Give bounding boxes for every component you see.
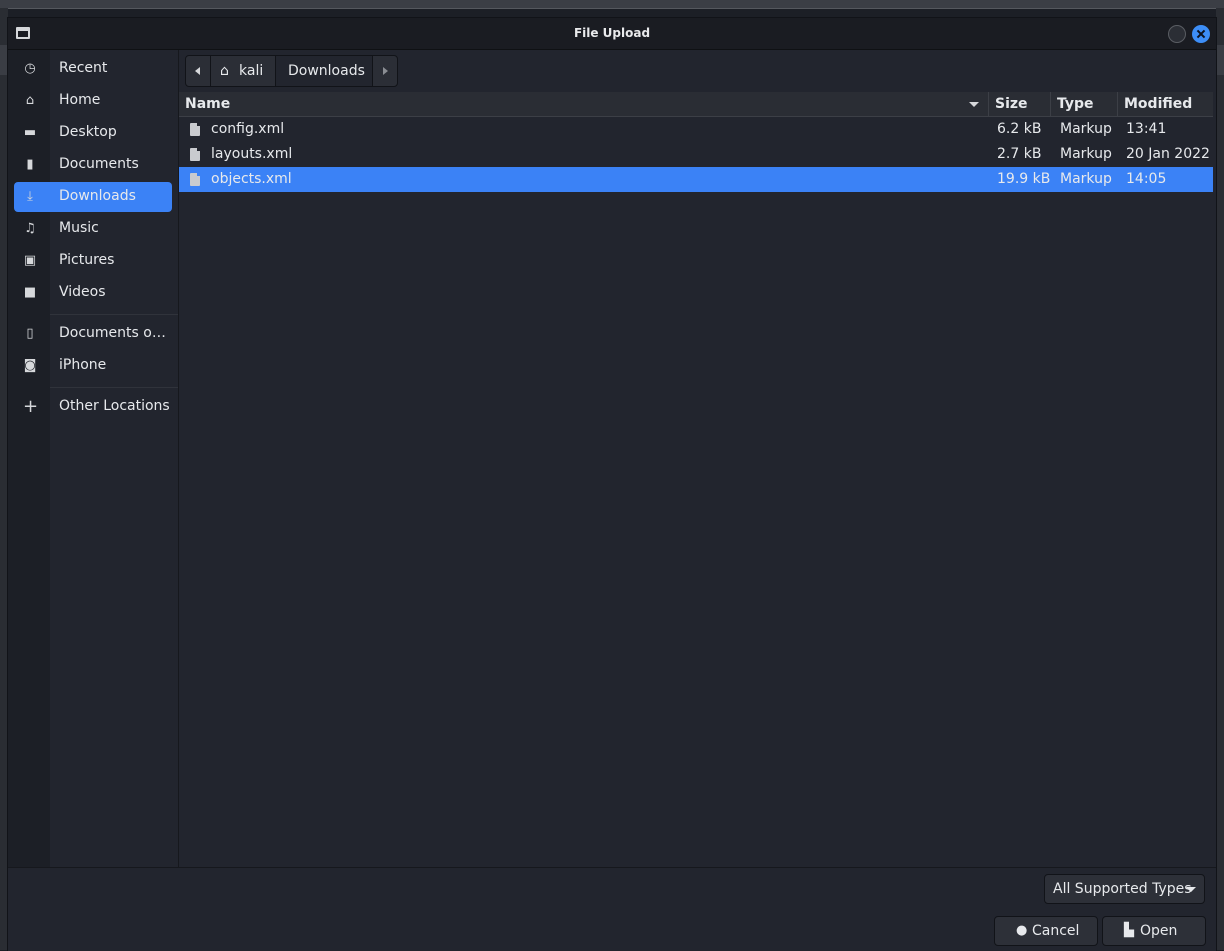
file-name: config.xml [211,121,285,137]
sidebar-item-label: Desktop [59,124,117,140]
document-icon: ▮ [26,157,34,172]
sort-descending-icon [969,102,979,107]
sidebar-item-label: Documents [59,156,139,172]
sidebar-item-label: Other Locations [59,398,170,414]
file-icon [190,123,200,136]
background-left-edge [0,8,8,950]
sidebar-item-pictures[interactable]: ▣ Pictures [14,246,172,276]
file-type: Markup [1060,146,1112,162]
dialog-footer: All Supported Types ● Cancel ▙ Open [8,867,1216,951]
sidebar-item-label: Pictures [59,252,115,268]
cancel-label: Cancel [1032,923,1080,939]
close-icon[interactable] [1192,25,1210,43]
file-upload-dialog: File Upload ◷ Recent ⌂ Home ▬ Desktop ▮ … [8,18,1216,951]
sidebar-item-iphone[interactable]: ◙ iPhone [14,351,172,381]
path-scroll-right-button[interactable] [373,56,397,86]
download-icon: ⤓ [27,189,33,204]
camera-icon: ◙ [23,358,37,373]
column-header-name[interactable]: Name [179,92,988,116]
video-icon: ■ [23,285,37,300]
sidebar-separator [50,314,178,315]
background-right-edge [1216,8,1224,950]
background-left-notch [0,45,8,75]
cancel-icon: ● [1016,923,1028,938]
title-bar[interactable]: File Upload [8,18,1216,50]
places-sidebar: ◷ Recent ⌂ Home ▬ Desktop ▮ Documents ⤓ … [8,50,179,867]
sidebar-item-other-locations[interactable]: + Other Locations [14,392,172,422]
sidebar-separator [50,387,178,388]
sidebar-item-desktop[interactable]: ▬ Desktop [14,118,172,148]
sidebar-item-documents[interactable]: ▮ Documents [14,150,172,180]
chevron-down-icon [1186,887,1196,892]
plus-icon: + [23,396,39,417]
column-header-modified[interactable]: Modified [1117,92,1213,116]
path-current-button[interactable]: Downloads [276,56,373,86]
sidebar-item-videos[interactable]: ■ Videos [14,278,172,308]
sidebar-item-label: Videos [59,284,106,300]
dialog-title: File Upload [573,26,651,40]
open-label: Open [1140,923,1178,939]
file-name: objects.xml [211,171,292,187]
file-modified: 14:05 [1126,171,1167,187]
clock-icon: ◷ [24,61,36,76]
path-home-button[interactable]: ⌂ kali [211,56,276,86]
sidebar-item-label: Documents o… [59,325,166,341]
sidebar-item-documents-on-device[interactable]: ▯ Documents o… [14,319,172,349]
sidebar-item-music[interactable]: ♫ Music [14,214,172,244]
file-icon [190,148,200,161]
filter-label: All Supported Types [1053,881,1192,897]
sidebar-item-label: Music [59,220,99,236]
file-icon [190,173,200,186]
picture-icon: ▣ [23,253,37,268]
sidebar-item-label: Downloads [59,188,136,204]
sidebar-item-recent[interactable]: ◷ Recent [14,54,172,84]
desktop-icon: ▬ [23,125,37,140]
file-list[interactable]: Name Size Type Modified config.xml 6.2 k… [179,92,1216,867]
path-bar: ⌂ kali Downloads [185,55,398,87]
file-modified: 20 Jan 2022 [1126,146,1210,162]
table-row[interactable]: config.xml 6.2 kB Markup 13:41 [179,117,1213,142]
file-modified: 13:41 [1126,121,1167,137]
sidebar-item-label: Recent [59,60,108,76]
path-scroll-left-button[interactable] [186,56,211,86]
music-icon: ♫ [24,221,36,236]
open-icon: ▙ [1124,923,1134,938]
file-size: 6.2 kB [997,121,1042,137]
background-window-edge [0,0,1224,9]
sidebar-item-label: Home [59,92,101,108]
sidebar-item-downloads[interactable]: ⤓ Downloads [14,182,172,212]
column-header-size[interactable]: Size [988,92,1050,116]
cancel-button[interactable]: ● Cancel [994,916,1098,946]
table-row[interactable]: layouts.xml 2.7 kB Markup 20 Jan 2022 [179,142,1213,167]
column-header-type[interactable]: Type [1050,92,1117,116]
phone-icon: ▯ [26,326,34,341]
open-button[interactable]: ▙ Open [1102,916,1206,946]
sidebar-item-home[interactable]: ⌂ Home [14,86,172,116]
path-home-label: kali [239,63,264,79]
column-header-row: Name Size Type Modified [179,92,1213,117]
table-row-selected[interactable]: objects.xml 19.9 kB Markup 14:05 [179,167,1213,192]
home-icon: ⌂ [25,93,35,108]
file-size: 2.7 kB [997,146,1042,162]
file-type: Markup [1060,121,1112,137]
file-size: 19.9 kB [997,171,1051,187]
sidebar-item-label: iPhone [59,357,107,373]
file-type: Markup [1060,171,1112,187]
file-type-filter-dropdown[interactable]: All Supported Types [1044,874,1205,904]
home-icon: ⌂ [220,63,229,79]
minimize-button[interactable] [1168,25,1186,43]
file-name: layouts.xml [211,146,293,162]
background-right-notch [1216,45,1224,75]
